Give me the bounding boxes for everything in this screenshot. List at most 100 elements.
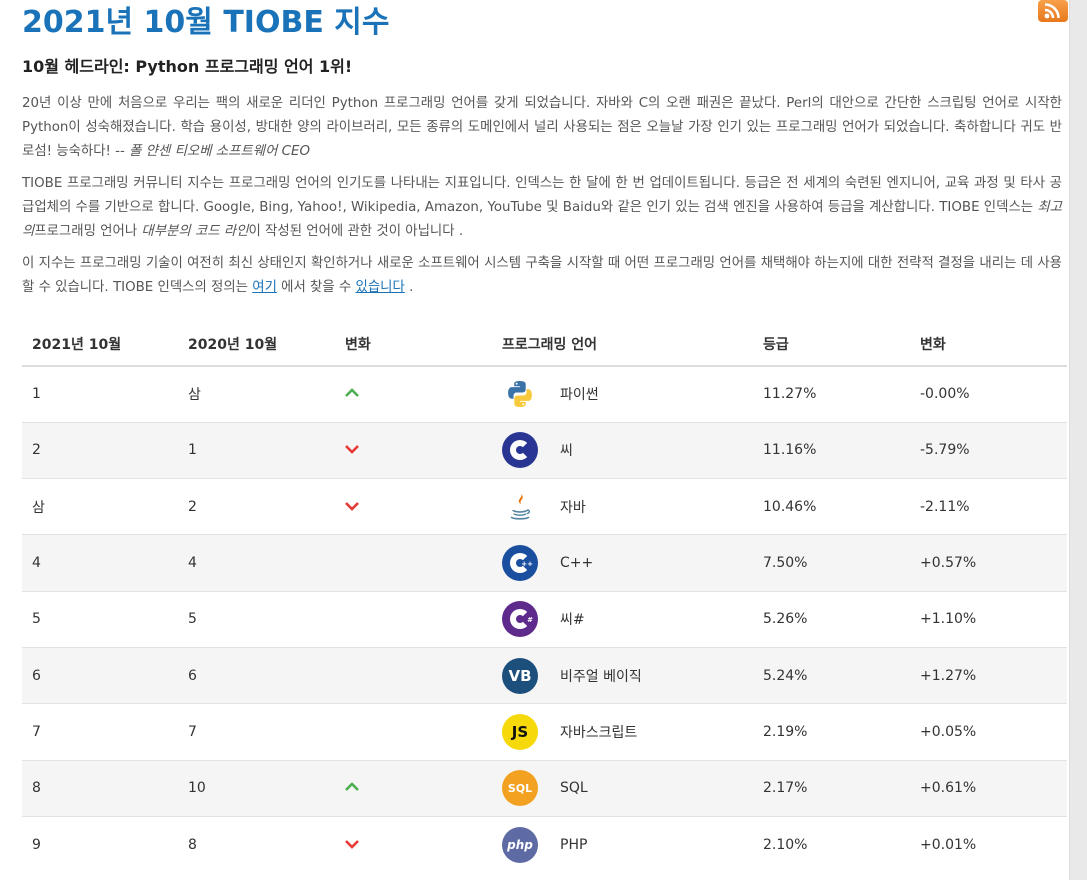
usage-paragraph: 이 지수는 프로그래밍 기술이 여전히 최신 상태인지 확인하거나 새로운 소프… <box>22 252 1062 300</box>
description-text-2: 프로그래밍 언어나 <box>34 224 142 239</box>
language-cell: VB 비주얼 베이직 <box>492 646 753 704</box>
language-cell: JS 자바스크립트 <box>492 703 753 761</box>
rating-value: 11.27% <box>753 365 910 423</box>
language-wrap: JS 자바스크립트 <box>502 713 753 750</box>
table-row: 5 5 # 씨# 5.26% +1.10% <box>22 590 1067 648</box>
language-name: 자바스크립트 <box>560 724 638 741</box>
rank-current: 삼 <box>22 478 178 535</box>
language-name: 비주얼 베이직 <box>560 668 642 685</box>
change-indicator <box>335 815 492 873</box>
header-change[interactable]: 변화 <box>335 322 492 367</box>
ranking-table: 2021년 10월 2020년 10월 변화 프로그래밍 언어 등급 변화 1삼… <box>22 322 1067 873</box>
intro-paragraph: 20년 이상 만에 처음으로 우리는 팩의 새로운 리더인 Python 프로그… <box>22 92 1062 164</box>
logo-suffix: ++ <box>521 560 533 569</box>
rank-previous: 5 <box>178 590 335 648</box>
arrow-down-icon <box>345 445 359 455</box>
table-row: 삼 2 자바 10.46% -2.11% <box>22 478 1067 535</box>
definition-link-here[interactable]: 여기 <box>252 280 277 295</box>
rank-current: 1 <box>22 365 178 423</box>
rating-value: 11.16% <box>753 421 910 479</box>
language-wrap: # 씨# <box>502 601 753 638</box>
rank-previous: 6 <box>178 646 335 704</box>
language-name: 씨# <box>560 612 585 629</box>
rank-previous: 7 <box>178 703 335 761</box>
logo-suffix: # <box>527 616 533 625</box>
table-header-row: 2021년 10월 2020년 10월 변화 프로그래밍 언어 등급 변화 <box>22 322 1067 367</box>
python-logo-icon <box>502 376 538 412</box>
page-title: 2021년 10월 TIOBE 지수 <box>22 5 390 40</box>
header-oct-2021[interactable]: 2021년 10월 <box>22 322 178 367</box>
table-row: 4 4 ++ C++ 7.50% +0.57% <box>22 534 1067 592</box>
rating-change: +1.27% <box>910 646 1067 704</box>
rank-current: 4 <box>22 534 178 592</box>
vb-logo-icon: VB <box>502 657 538 694</box>
rating-value: 2.17% <box>753 759 910 817</box>
rating-change: +0.01% <box>910 815 1067 873</box>
language-name: 씨 <box>560 443 573 460</box>
table-row: 2 1 씨 11.16% -5.79% <box>22 421 1067 479</box>
language-cell: php PHP <box>492 815 753 873</box>
headline: 10월 헤드라인: Python 프로그래밍 언어 1위! <box>22 57 353 76</box>
rating-change: +1.10% <box>910 590 1067 648</box>
rating-change: +0.61% <box>910 759 1067 817</box>
rank-current: 9 <box>22 815 178 873</box>
ceo-quote: 폴 얀센 티오베 소프트웨어 CEO <box>124 144 310 159</box>
definition-link-available[interactable]: 있습니다 <box>356 280 405 295</box>
language-wrap: php PHP <box>502 826 753 863</box>
main-content: 2021년 10월 TIOBE 지수 10월 헤드라인: Python 프로그래… <box>22 0 1067 873</box>
language-wrap: ++ C++ <box>502 545 753 582</box>
usage-text: 이 지수는 프로그래밍 기술이 여전히 최신 상태인지 확인하거나 새로운 소프… <box>22 256 1062 295</box>
rank-previous: 1 <box>178 421 335 479</box>
header-oct-2020[interactable]: 2020년 10월 <box>178 322 335 367</box>
language-cell: SQL SQL <box>492 759 753 817</box>
arrow-down-icon <box>345 839 359 849</box>
header-rating[interactable]: 등급 <box>753 322 910 367</box>
change-indicator <box>335 365 492 423</box>
rank-current: 5 <box>22 590 178 648</box>
language-wrap: 씨 <box>502 432 753 469</box>
table-row: 9 8 php PHP 2.10% +0.01% <box>22 815 1067 873</box>
change-indicator <box>335 759 492 817</box>
language-name: SQL <box>560 780 588 797</box>
change-indicator <box>335 478 492 535</box>
language-cell: 파이썬 <box>492 365 753 423</box>
csharp-logo-icon: # <box>502 601 538 638</box>
table-row: 1 삼 파이썬 11.27% -0.00% <box>22 365 1067 423</box>
rating-change: -5.79% <box>910 421 1067 479</box>
change-indicator <box>335 534 492 592</box>
scrollbar-track[interactable] <box>1069 0 1087 880</box>
emphasis-most-lines: 대부분의 코드 라인 <box>141 224 249 239</box>
arrow-up-icon <box>345 388 359 398</box>
logo-ring <box>510 440 530 461</box>
rank-current: 8 <box>22 759 178 817</box>
rank-current: 6 <box>22 646 178 704</box>
language-name: 파이썬 <box>560 387 599 404</box>
rating-value: 7.50% <box>753 534 910 592</box>
description-paragraph: TIOBE 프로그래밍 커뮤니티 지수는 프로그래밍 언어의 인기도를 나타내는… <box>22 172 1062 244</box>
table-row: 8 10 SQL SQL 2.17% +0.61% <box>22 759 1067 817</box>
rating-value: 5.24% <box>753 646 910 704</box>
change-indicator <box>335 646 492 704</box>
header-rating-change[interactable]: 변화 <box>910 322 1067 367</box>
arrow-down-icon <box>345 501 359 511</box>
php-logo-icon: php <box>502 826 538 863</box>
java-logo-icon <box>502 489 538 525</box>
language-cell: 씨 <box>492 421 753 479</box>
rank-previous: 삼 <box>178 365 335 423</box>
rank-previous: 10 <box>178 759 335 817</box>
language-name: PHP <box>560 836 588 853</box>
language-wrap: VB 비주얼 베이직 <box>502 657 753 694</box>
header-language[interactable]: 프로그래밍 언어 <box>492 322 753 367</box>
rating-change: +0.05% <box>910 703 1067 761</box>
table-row: 6 6 VB 비주얼 베이직 5.24% +1.27% <box>22 646 1067 704</box>
change-indicator <box>335 590 492 648</box>
language-wrap: SQL SQL <box>502 770 753 807</box>
arrow-up-icon <box>345 782 359 792</box>
rank-previous: 2 <box>178 478 335 535</box>
rating-change: -2.11% <box>910 478 1067 535</box>
rating-value: 2.19% <box>753 703 910 761</box>
rating-value: 10.46% <box>753 478 910 535</box>
usage-text-2: 에서 찾을 수 <box>276 280 356 295</box>
js-logo-icon: JS <box>502 713 538 750</box>
usage-text-3: . <box>404 280 414 295</box>
